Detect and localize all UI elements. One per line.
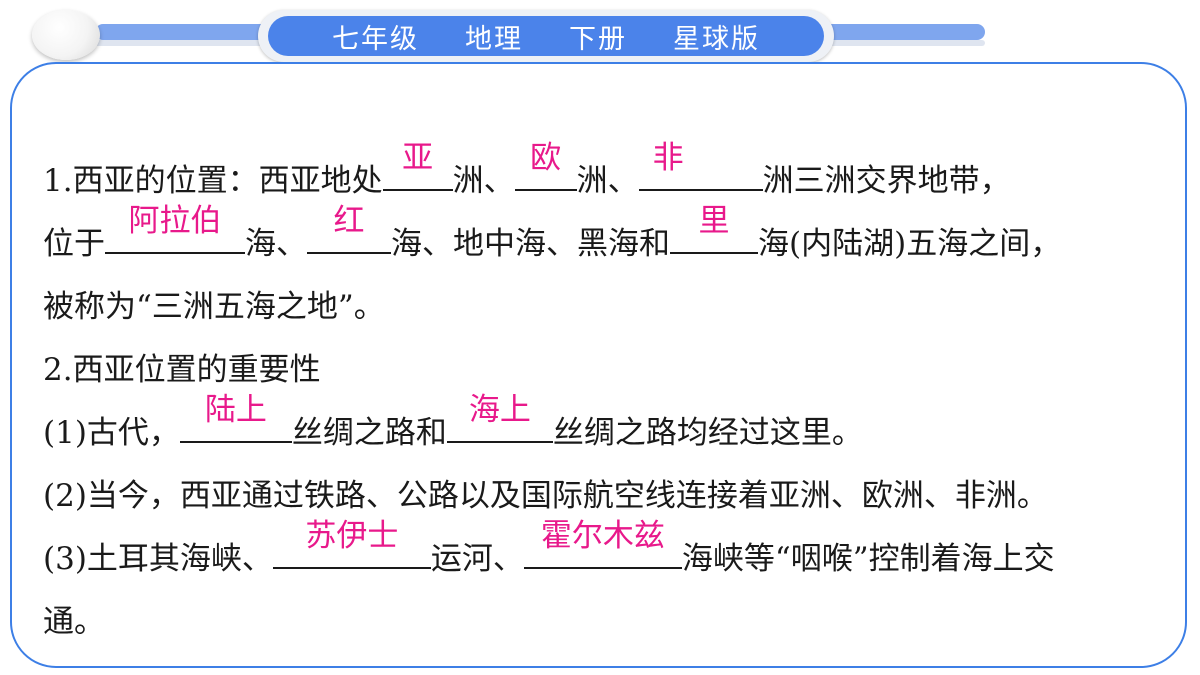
text: 洲、 <box>576 163 639 199</box>
text: 运河、 <box>430 541 524 577</box>
text: (1)古代， <box>43 415 180 451</box>
blank-2: 欧 <box>514 140 577 191</box>
edition-label: 星球版 <box>673 23 760 55</box>
text: 海(内陆湖)五海之间， <box>758 226 1062 262</box>
blank-1: 亚 <box>382 140 453 191</box>
text: 1.西亚的位置：西亚地处 <box>43 163 383 199</box>
text: 丝绸之路和 <box>291 415 447 451</box>
line-8: 通。 <box>43 604 105 640</box>
course-title: 七年级 地理 下册 星球版 <box>268 16 824 56</box>
blank-3: 非 <box>638 140 763 191</box>
subject-label: 地理 <box>465 23 523 55</box>
text: 丝绸之路均经过这里。 <box>552 415 863 451</box>
answer: 阿拉伯 <box>128 203 222 239</box>
answer: 里 <box>698 203 730 239</box>
answer: 海上 <box>468 392 531 428</box>
text: 海、 <box>245 226 307 262</box>
line-5: (1)古代， 陆上 丝绸之路和 海上 丝绸之路均经过这里。 <box>43 392 1173 465</box>
blank-5: 红 <box>307 203 391 254</box>
answer: 陆上 <box>204 392 267 428</box>
blank-8: 海上 <box>446 392 553 443</box>
text: 位于 <box>43 226 105 262</box>
answer: 霍尔木兹 <box>540 518 665 554</box>
answer: 红 <box>333 203 365 239</box>
volume-label: 下册 <box>569 23 627 55</box>
blank-6: 里 <box>670 203 758 254</box>
blank-4: 阿拉伯 <box>105 203 245 254</box>
blank-10: 霍尔木兹 <box>523 518 682 569</box>
text: 海、地中海、黑海和 <box>391 226 670 262</box>
text: 洲三洲交界地带， <box>762 163 1011 199</box>
line-3: 被称为“三洲五海之地”。 <box>43 289 385 325</box>
text: (3)土耳其海峡、 <box>43 541 273 577</box>
line-7: (3)土耳其海峡、 苏伊士 运河、 霍尔木兹 海峡等“咽喉”控制着海上交 <box>43 518 1173 591</box>
text: 海峡等“咽喉”控制着海上交 <box>681 541 1055 577</box>
text: 洲、 <box>452 163 515 199</box>
exercise-content: 1.西亚的位置：西亚地处亚洲、欧洲、非洲三洲交界地带， 位于 阿拉伯 海、红海、地中… <box>43 140 1173 654</box>
blank-9: 苏伊士 <box>272 518 431 569</box>
answer: 苏伊士 <box>305 518 399 554</box>
decorative-circle-badge <box>32 10 100 60</box>
line-2: 位于 阿拉伯 海、红海、地中海、黑海和里海(内陆湖)五海之间， <box>43 203 1173 276</box>
answer: 亚 <box>402 140 434 176</box>
answer: 非 <box>652 140 684 176</box>
grade-label: 七年级 <box>332 23 419 55</box>
blank-7: 陆上 <box>179 392 292 443</box>
answer: 欧 <box>530 140 562 176</box>
